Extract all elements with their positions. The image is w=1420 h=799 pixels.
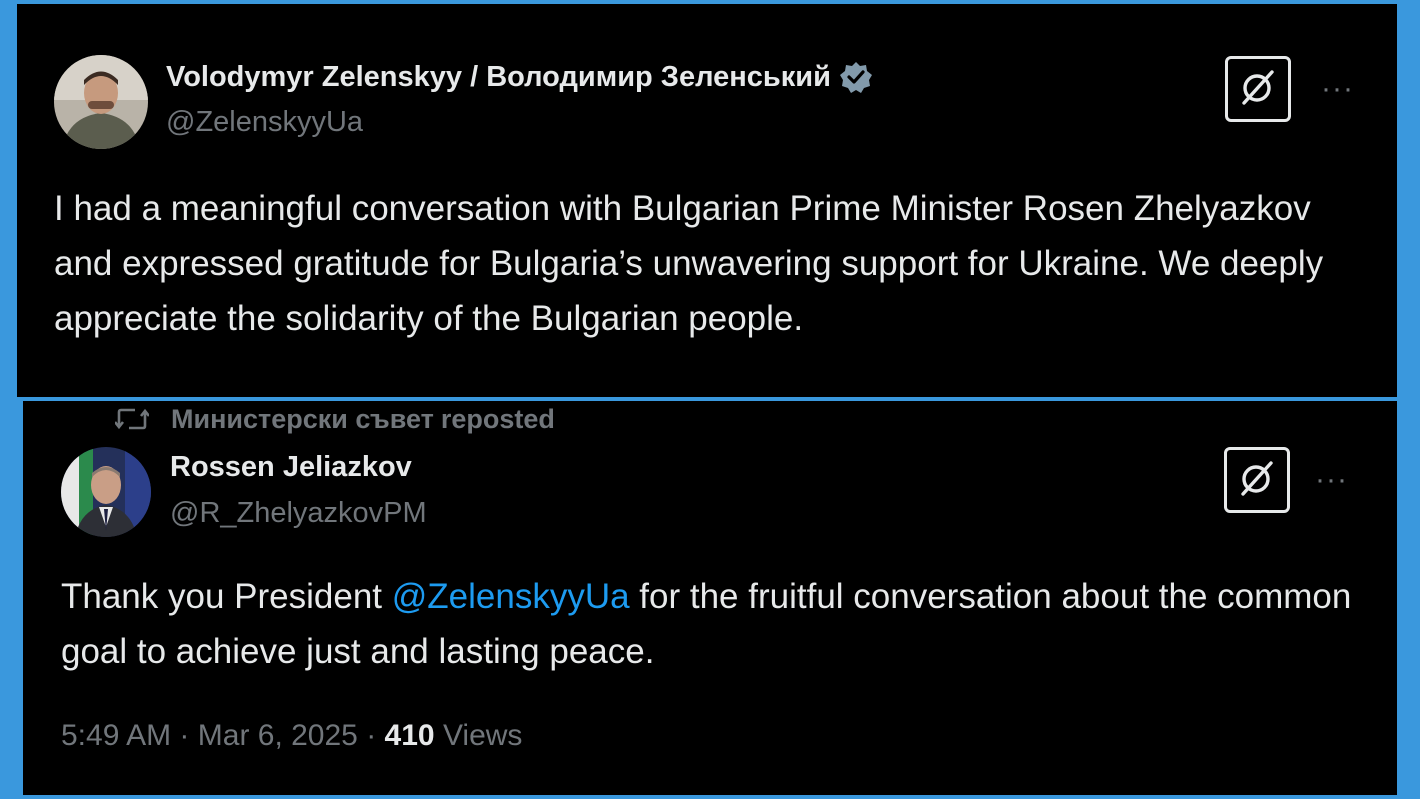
verified-badge-icon <box>839 60 873 94</box>
grok-button[interactable] <box>1225 56 1291 122</box>
more-icon: ··· <box>1315 463 1348 496</box>
tweet-text-start: Thank you President <box>61 577 392 616</box>
author-name-text: Rossen Jeliazkov <box>170 451 412 483</box>
reposter-name: Министерски съвет <box>171 403 434 434</box>
author-name-text: Volodymyr Zelenskyy / Володимир Зеленськ… <box>166 60 831 93</box>
grok-button[interactable] <box>1224 447 1290 513</box>
author-name[interactable]: Rossen Jeliazkov <box>170 451 412 484</box>
tweet-meta: 5:49 AM · Mar 6, 2025 · 410 Views <box>61 719 522 753</box>
more-options-button[interactable]: ··· <box>1315 465 1348 495</box>
separator: · <box>366 719 377 752</box>
mention-link[interactable]: @ZelenskyyUa <box>392 577 630 616</box>
separator: · <box>179 719 190 752</box>
repost-icon <box>115 406 171 432</box>
more-icon: ··· <box>1321 72 1354 105</box>
grok-icon <box>1238 67 1278 112</box>
avatar-zelenskyy[interactable] <box>54 55 148 149</box>
author-name[interactable]: Volodymyr Zelenskyy / Володимир Зеленськ… <box>166 60 873 94</box>
repost-indicator[interactable]: Министерски съвет reposted <box>115 401 555 437</box>
tweet-date[interactable]: Mar 6, 2025 <box>198 719 358 752</box>
tweet-text: I had a meaningful conversation with Bul… <box>54 189 1324 338</box>
tweet-card-jeliazkov: Министерски съвет reposted Rossen Jeliaz… <box>23 401 1397 795</box>
tweet-card-zelenskyy: Volodymyr Zelenskyy / Володимир Зеленськ… <box>17 4 1397 397</box>
tweet-text: Thank you President @ZelenskyyUa for the… <box>61 569 1361 679</box>
author-handle[interactable]: @ZelenskyyUa <box>166 106 363 139</box>
avatar-jeliazkov[interactable] <box>61 447 151 537</box>
views-label: Views <box>442 719 523 752</box>
tweet-time[interactable]: 5:49 AM <box>61 719 171 752</box>
views-count: 410 <box>384 719 435 752</box>
author-handle[interactable]: @R_ZhelyazkovPM <box>170 497 427 530</box>
more-options-button[interactable]: ··· <box>1321 74 1354 104</box>
grok-icon <box>1237 458 1277 503</box>
reposted-label: reposted <box>440 403 555 434</box>
